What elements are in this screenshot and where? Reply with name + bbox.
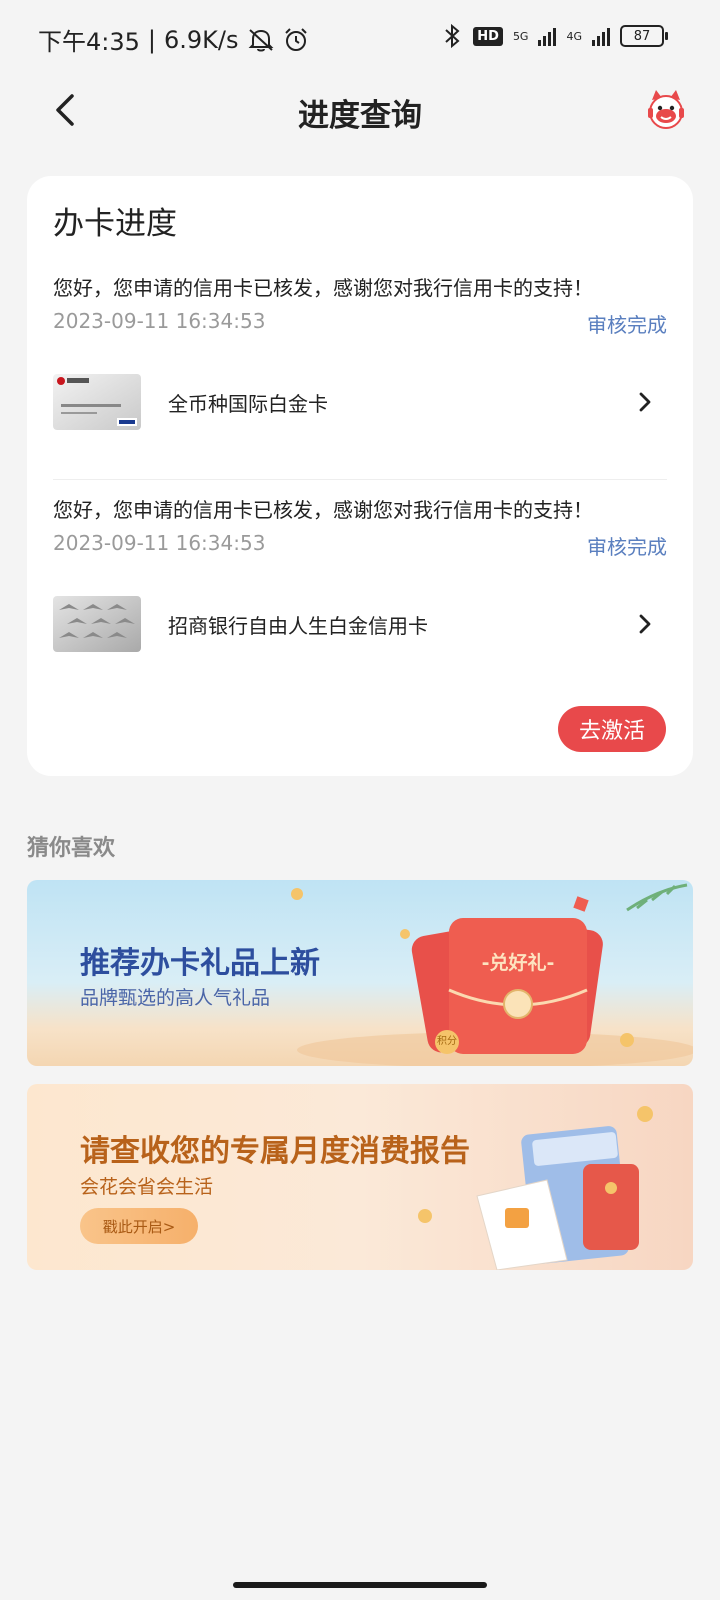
signal-5g-icon <box>538 26 557 46</box>
gift-badge: -兑好礼- <box>481 952 555 974</box>
battery-indicator: 87 <box>620 25 668 47</box>
card-title: 办卡进度 <box>53 206 177 242</box>
progress-message: 您好，您申请的信用卡已核发，感谢您对我行信用卡的支持！ <box>53 498 593 522</box>
card-name: 全币种国际白金卡 <box>168 392 328 416</box>
open-report-button[interactable]: 戳此开启> <box>80 1208 198 1244</box>
credit-card-image <box>53 596 141 652</box>
progress-card: 办卡进度 您好，您申请的信用卡已核发，感谢您对我行信用卡的支持！ 2023-09… <box>27 176 693 776</box>
activate-button[interactable]: 去激活 <box>558 706 666 752</box>
alarm-icon <box>284 27 307 51</box>
section-title-recommend: 猜你喜欢 <box>27 836 116 861</box>
credit-card-image <box>53 374 141 430</box>
points-tag: 积分 <box>437 1036 457 1047</box>
progress-status: 审核完成 <box>587 313 667 337</box>
network-speed: 6.9K/s <box>164 25 239 54</box>
divider <box>53 479 667 480</box>
gift-banner-subtitle: 品牌甄选的高人气礼品 <box>80 987 271 1009</box>
home-indicator[interactable] <box>233 1582 487 1588</box>
report-banner-title: 请查收您的专属月度消费报告 <box>80 1134 470 1169</box>
card-thumbnail <box>53 374 141 430</box>
chevron-right-icon <box>639 392 651 412</box>
nav-bar: 进度查询 <box>0 76 720 144</box>
card-thumbnail <box>53 596 141 652</box>
status-separator: | <box>147 25 156 54</box>
signal-4g-icon <box>592 26 610 46</box>
mute-icon <box>248 28 273 51</box>
gift-banner-title: 推荐办卡礼品上新 <box>80 946 320 981</box>
progress-item: 您好，您申请的信用卡已核发，感谢您对我行信用卡的支持！ 2023-09-11 1… <box>53 272 667 430</box>
progress-time: 2023-09-11 16:34:53 <box>53 309 266 333</box>
chevron-right-icon <box>639 614 651 634</box>
status-time: 下午4:35 <box>38 28 140 56</box>
progress-time: 2023-09-11 16:34:53 <box>53 531 266 555</box>
status-bar: 下午4:35 | 6.9K/s HD 5G 4G 87 <box>0 0 720 76</box>
progress-status: 审核完成 <box>587 535 667 559</box>
hd-badge: HD <box>473 26 503 46</box>
page-title: 进度查询 <box>298 98 422 134</box>
gift-banner[interactable]: 推荐办卡礼品上新 品牌甄选的高人气礼品 -兑好礼- 积分 <box>27 880 693 1066</box>
card-row[interactable]: 全币种国际白金卡 <box>53 374 667 430</box>
card-row[interactable]: 招商银行自由人生白金信用卡 <box>53 596 667 652</box>
network-4g-label: 4G <box>566 29 582 43</box>
report-banner[interactable]: 请查收您的专属月度消费报告 会花会省会生活 戳此开启> <box>27 1084 693 1270</box>
card-name: 招商银行自由人生白金信用卡 <box>168 614 428 638</box>
report-banner-subtitle: 会花会省会生活 <box>80 1176 214 1198</box>
status-right: HD 5G 4G 87 <box>441 24 668 48</box>
assistant-button[interactable] <box>642 86 690 134</box>
bluetooth-icon <box>445 24 460 48</box>
progress-message: 您好，您申请的信用卡已核发，感谢您对我行信用卡的支持！ <box>53 276 593 300</box>
status-left: 下午4:35 | 6.9K/s <box>38 22 309 57</box>
network-5g-label: 5G <box>512 29 529 43</box>
assistant-mascot-icon <box>648 90 684 129</box>
progress-item: 您好，您申请的信用卡已核发，感谢您对我行信用卡的支持！ 2023-09-11 1… <box>53 494 667 652</box>
